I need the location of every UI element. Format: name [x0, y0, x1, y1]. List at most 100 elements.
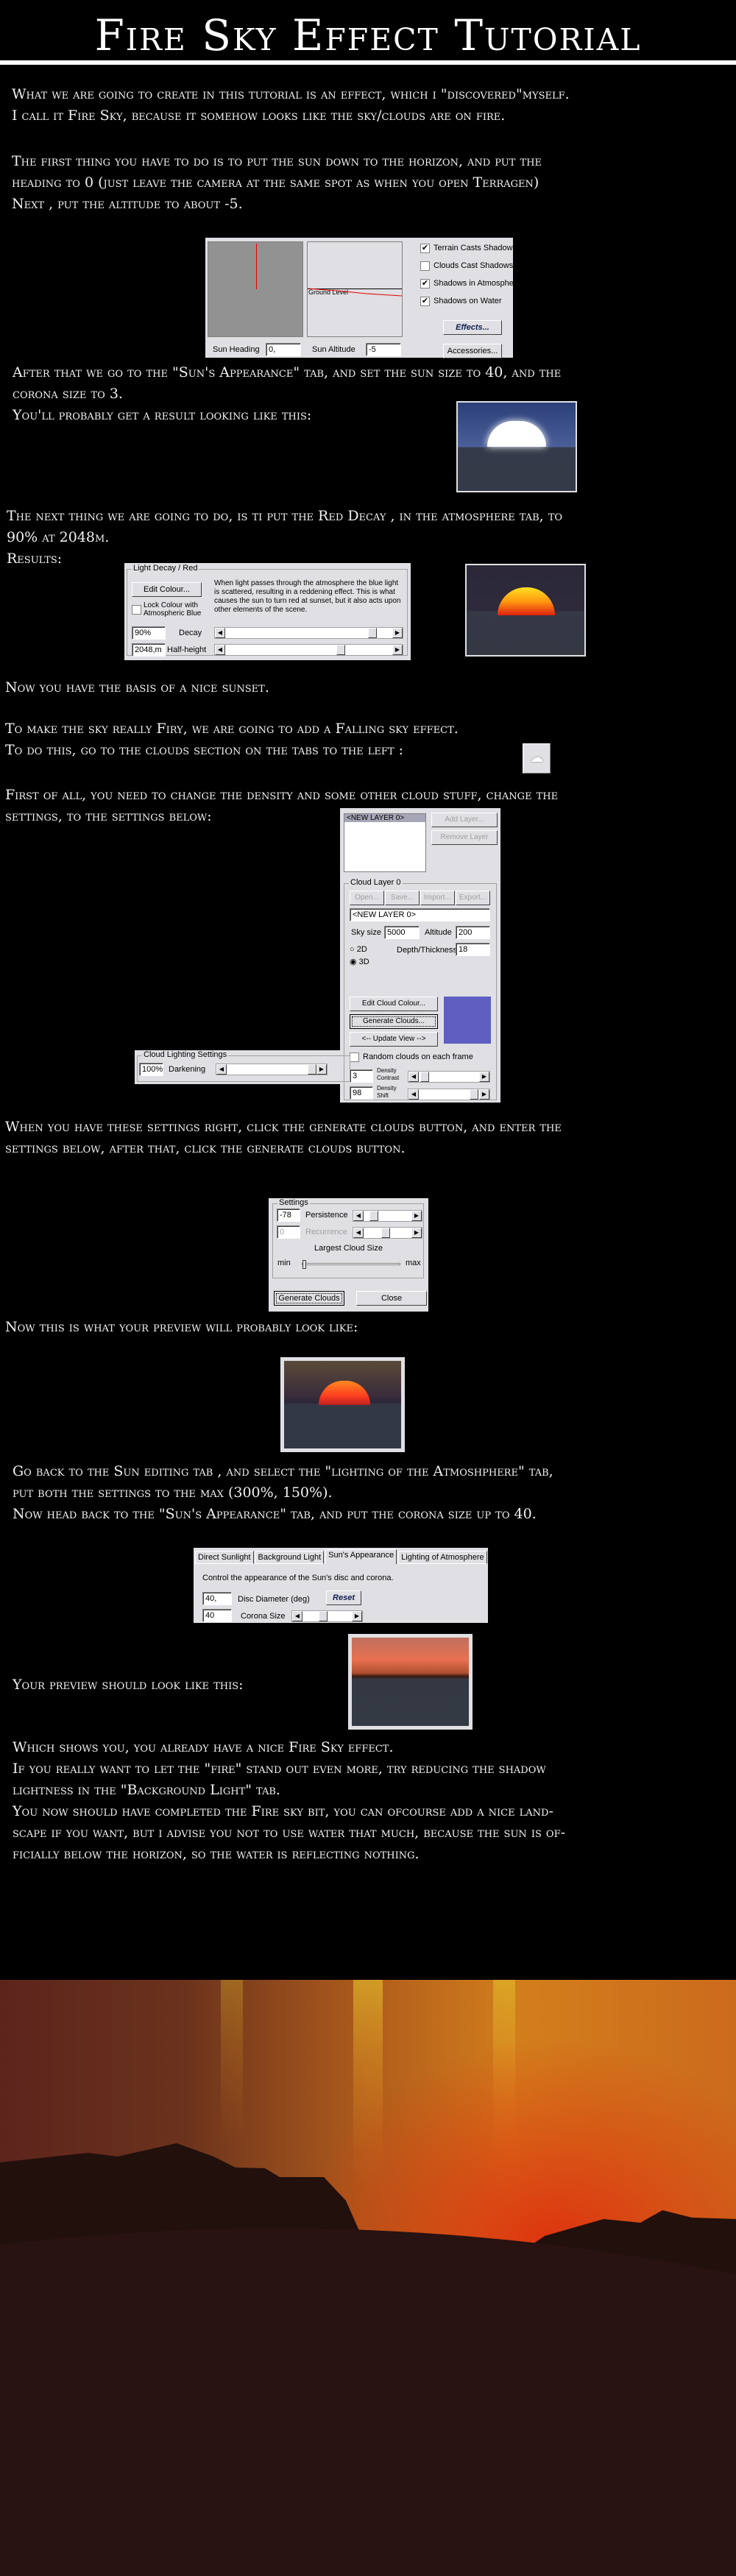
altitude-view[interactable]: Ground Level	[307, 241, 403, 337]
sky-size-label: Sky size	[351, 928, 381, 937]
density-contrast-input[interactable]: 3	[350, 1069, 373, 1083]
scroll-right-icon[interactable]: ▶	[392, 645, 403, 655]
depth-input[interactable]: 18	[456, 943, 490, 956]
radio-2d[interactable]: ○ 2D	[350, 945, 367, 954]
tab-lighting-of-atmosphere[interactable]: Lighting of Atmosphere	[398, 1551, 487, 1564]
add-layer-button[interactable]: Add Layer...	[431, 813, 498, 827]
slider-thumb[interactable]	[420, 1072, 430, 1082]
lock-colour-checkbox[interactable]	[132, 605, 141, 615]
tab-suns-appearance[interactable]: Sun's Appearance	[325, 1549, 397, 1564]
reset-button[interactable]: Reset	[326, 1590, 361, 1605]
persistence-input[interactable]: -78	[277, 1209, 300, 1222]
terrain-shadows-checkbox[interactable]: ✔	[420, 244, 430, 253]
darkening-input[interactable]: 100%	[139, 1063, 163, 1076]
half-height-input[interactable]: 2048,m	[132, 643, 166, 657]
tab-direct-sunlight[interactable]: Direct Sunlight	[195, 1551, 254, 1564]
open-button[interactable]: Open...	[350, 891, 384, 905]
generate-clouds-button[interactable]: Generate Clouds	[274, 1291, 344, 1306]
sky-size-input[interactable]: 5000	[384, 926, 420, 939]
scroll-left-icon[interactable]: ◀	[215, 628, 225, 638]
update-view-button[interactable]: <-- Update View -->	[350, 1032, 438, 1047]
group-title: Light Decay / Red	[132, 564, 199, 573]
altitude-input[interactable]: 200	[456, 926, 490, 939]
preview-intro-text: Now this is what your preview will proba…	[5, 1319, 358, 1335]
density-shift-input[interactable]: 98	[350, 1086, 373, 1100]
group-title: Settings	[277, 1198, 310, 1207]
conclusion-paragraph: Which shows you, you already have a nice…	[13, 1737, 565, 1865]
text-line: ficially below the horizon, so the water…	[13, 1846, 420, 1862]
persistence-slider[interactable]: ◀ ▶	[353, 1210, 422, 1222]
scroll-right-icon[interactable]: ▶	[479, 1089, 489, 1100]
generate-clouds-button[interactable]: Generate Clouds...	[350, 1014, 438, 1029]
corona-size-input[interactable]: 40	[202, 1609, 232, 1622]
scroll-right-icon[interactable]: ▶	[411, 1211, 422, 1221]
slider-thumb[interactable]	[369, 1211, 378, 1221]
disc-diameter-input[interactable]: 40,	[202, 1592, 232, 1605]
radio-3d[interactable]: ◉ 3D	[350, 957, 369, 966]
sun-heading-input[interactable]: 0,	[266, 343, 301, 356]
slider-thumb[interactable]	[469, 1089, 478, 1100]
slider-thumb[interactable]	[319, 1611, 328, 1621]
decay-input[interactable]: 90%	[132, 626, 166, 640]
scroll-left-icon[interactable]: ◀	[216, 1064, 227, 1075]
scroll-left-icon[interactable]: ◀	[408, 1072, 419, 1082]
close-button[interactable]: Close	[356, 1291, 427, 1306]
water-shadows-checkbox[interactable]: ✔	[420, 297, 430, 306]
scroll-right-icon[interactable]: ▶	[392, 628, 403, 638]
text-line: To make the sky really Firy, we are goin…	[5, 721, 459, 737]
min-label: min	[277, 1259, 291, 1267]
layer-list[interactable]: <NEW LAYER 0>	[344, 813, 426, 872]
layer-list-item[interactable]: <NEW LAYER 0>	[344, 814, 425, 822]
group-title: Cloud Layer 0	[349, 878, 403, 887]
scroll-left-icon[interactable]: ◀	[292, 1611, 302, 1621]
scroll-right-icon[interactable]: ▶	[411, 1228, 422, 1238]
altitude-label: Altitude	[425, 928, 452, 937]
max-label: max	[406, 1259, 421, 1267]
density-shift-slider[interactable]: ◀ ▶	[408, 1089, 490, 1100]
scroll-left-icon[interactable]: ◀	[353, 1228, 364, 1238]
import-button[interactable]: Import...	[420, 891, 455, 905]
half-height-slider[interactable]: ◀ ▶	[214, 644, 403, 656]
text-line: After that we go to the "Sun's Appearanc…	[13, 364, 562, 381]
corona-size-slider[interactable]: ◀ ▶	[291, 1610, 363, 1622]
scroll-left-icon[interactable]: ◀	[408, 1089, 419, 1100]
cloud-layer-panel: <NEW LAYER 0> Add Layer... Remove Layer …	[340, 808, 500, 1103]
decay-slider[interactable]: ◀ ▶	[214, 627, 403, 639]
sun-altitude-input[interactable]: -5	[366, 343, 401, 356]
sun-disc	[498, 587, 555, 615]
fire-sky-landscape	[0, 1980, 736, 2576]
recurrence-slider[interactable]: ◀ ▶	[353, 1227, 422, 1239]
effects-button[interactable]: Effects...	[443, 320, 502, 335]
step-sun-paragraph: The first thing you have to do is to put…	[12, 151, 542, 215]
tab-background-light[interactable]: Background Light	[255, 1551, 325, 1564]
scroll-right-icon[interactable]: ▶	[352, 1611, 362, 1621]
scroll-left-icon[interactable]: ◀	[353, 1211, 364, 1221]
random-clouds-checkbox[interactable]	[350, 1052, 359, 1062]
edit-colour-button[interactable]: Edit Colour...	[132, 582, 202, 597]
intro-paragraph: What we are going to create in this tuto…	[12, 84, 570, 127]
scroll-right-icon[interactable]: ▶	[316, 1064, 327, 1075]
clouds-shadows-checkbox[interactable]	[420, 261, 430, 271]
accessories-button[interactable]: Accessories...	[443, 344, 502, 358]
remove-layer-button[interactable]: Remove Layer	[431, 830, 498, 845]
export-button[interactable]: Export...	[456, 891, 490, 905]
slider-thumb[interactable]	[367, 628, 377, 638]
edit-cloud-colour-button[interactable]: Edit Cloud Colour...	[350, 997, 438, 1011]
heading-view[interactable]	[208, 241, 303, 337]
cloud-size-slider[interactable]	[302, 1260, 400, 1269]
layer-name-input[interactable]: <NEW LAYER 0>	[350, 908, 490, 921]
scroll-left-icon[interactable]: ◀	[215, 645, 225, 655]
cloud-colour-swatch[interactable]	[444, 997, 491, 1044]
slider-thumb[interactable]	[302, 1260, 306, 1269]
scroll-right-icon[interactable]: ▶	[479, 1072, 489, 1082]
recurrence-input[interactable]: 0	[277, 1225, 300, 1239]
slider-thumb[interactable]	[381, 1228, 390, 1238]
preview-image-clouds	[280, 1357, 405, 1452]
density-contrast-slider[interactable]: ◀ ▶	[408, 1071, 490, 1083]
darkening-slider[interactable]: ◀ ▶	[216, 1064, 328, 1075]
atmosphere-shadows-checkbox[interactable]: ✔	[420, 279, 430, 289]
save-button[interactable]: Save...	[385, 891, 420, 905]
slider-thumb[interactable]	[308, 1064, 316, 1075]
sun-disc	[487, 421, 546, 447]
slider-thumb[interactable]	[336, 645, 345, 655]
